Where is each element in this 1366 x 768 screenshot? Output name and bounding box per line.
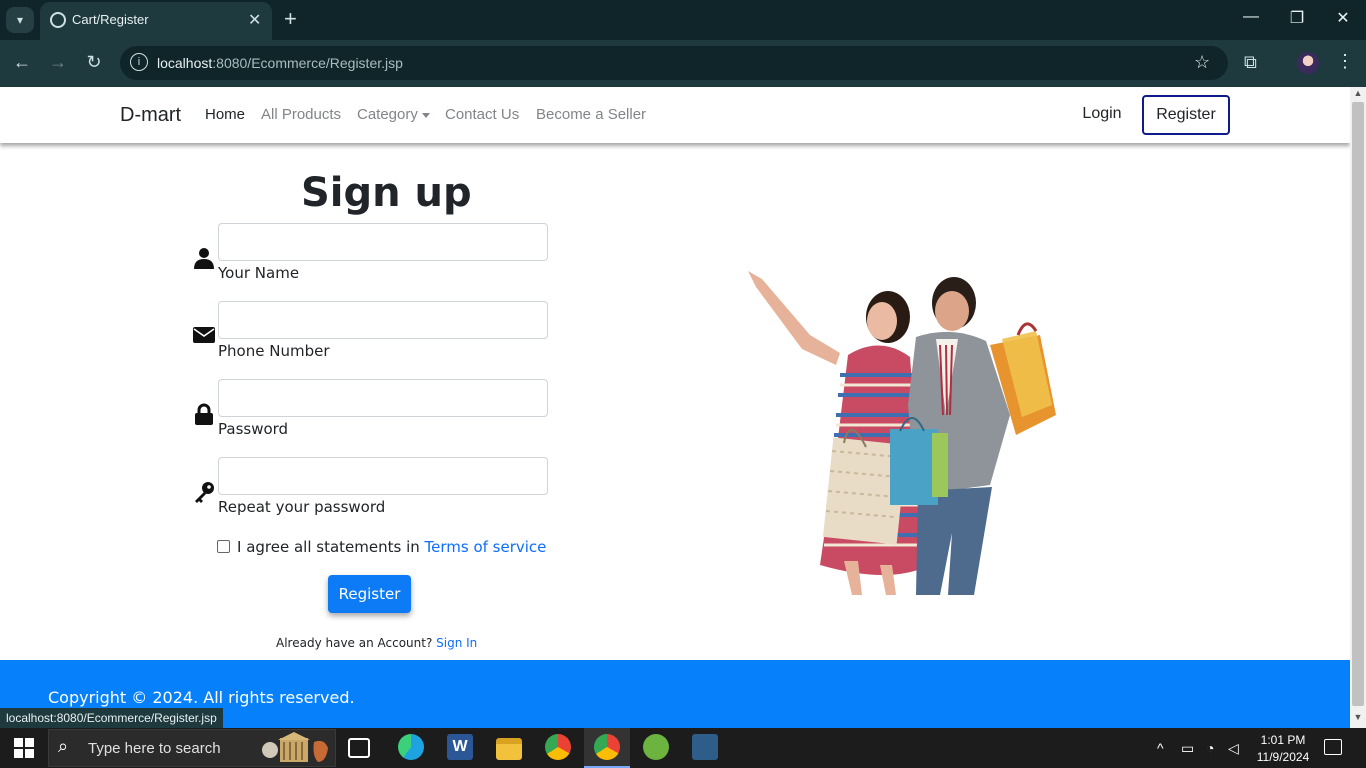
mysql-workbench-icon[interactable] [692,734,718,760]
taskbar-search-placeholder: Type here to search [88,740,221,757]
nav-all-products[interactable]: All Products [261,106,341,123]
spring-tool-icon[interactable] [643,734,669,760]
login-button[interactable]: Login [1070,96,1134,132]
url-path: :8080/Ecommerce/Register.jsp [212,55,403,71]
browser-menu-icon[interactable]: ⋮ [1336,51,1354,72]
already-text: Already have an Account? [276,636,437,650]
already-account-text: Already have an Account? Sign In [276,636,477,650]
word-icon[interactable]: W [447,734,473,760]
search-icon: ⌕ [58,736,69,756]
site-info-icon[interactable]: i [130,53,148,71]
repeat-password-label: Repeat your password [218,498,386,516]
scrollbar-thumb[interactable] [1352,102,1364,706]
nav-become-seller[interactable]: Become a Seller [536,106,646,123]
sign-in-link[interactable]: Sign In [436,636,477,650]
phone-label: Phone Number [218,342,330,360]
tray-overflow-icon[interactable]: ^ [1157,740,1164,756]
terms-of-service-link[interactable]: Terms of service [425,538,547,556]
clock-time: 1:01 PM [1260,733,1306,747]
wifi-icon[interactable]: ◔ [1206,740,1214,756]
terms-agreement: I agree all statements in Terms of servi… [237,538,546,556]
clock-date: 11/9/2024 [1256,750,1310,764]
caret-down-icon [421,112,430,118]
task-view-icon[interactable] [348,738,370,758]
password-label: Password [218,420,289,438]
tab-title: Cart/Register [72,12,149,27]
window-close-icon[interactable]: ✕ [1331,8,1355,28]
volume-icon[interactable]: ◁ [1228,740,1239,757]
envelope-icon [193,327,215,343]
user-icon [194,248,214,269]
nav-home[interactable]: Home [205,106,245,123]
agree-text: I agree all statements in [237,538,425,556]
windows-start-icon[interactable] [14,738,34,758]
copyright-text: Copyright © 2024. All rights reserved. [48,688,355,707]
register-nav-button[interactable]: Register [1142,95,1230,135]
file-explorer-icon[interactable] [496,738,522,760]
name-input[interactable] [218,223,548,261]
new-tab-icon[interactable]: + [284,7,297,31]
tab-favicon-icon [50,12,66,28]
reload-icon[interactable]: ↻ [82,52,106,73]
nav-category-label: Category [357,106,418,123]
nav-category-dropdown[interactable]: Category [357,106,430,123]
taskbar-clock[interactable]: 1:01 PM 11/9/2024 [1250,732,1316,766]
tab-close-icon[interactable]: ✕ [248,10,261,30]
extensions-icon[interactable]: ⧉ [1244,52,1257,73]
battery-icon[interactable]: ▭ [1181,740,1194,757]
status-bar-url: localhost:8080/Ecommerce/Register.jsp [0,708,223,728]
notification-icon[interactable] [1324,739,1342,755]
name-label: Your Name [218,264,300,282]
search-highlight-art-icon [262,732,328,762]
page-title: Sign up [301,170,472,216]
bookmark-star-icon[interactable]: ☆ [1194,52,1210,73]
phone-input[interactable] [218,301,548,339]
profile-avatar[interactable] [1297,52,1319,74]
nav-contact-us[interactable]: Contact Us [445,106,519,123]
url-text[interactable]: localhost:8080/Ecommerce/Register.jsp [157,55,403,71]
repeat-password-input[interactable] [218,457,548,495]
password-input[interactable] [218,379,548,417]
minimize-icon[interactable]: — [1239,8,1263,26]
register-submit-button[interactable]: Register [328,575,411,613]
terms-checkbox[interactable] [217,540,230,553]
key-icon [195,482,214,503]
edge-icon[interactable] [398,734,424,760]
restore-icon[interactable]: ❐ [1285,8,1309,28]
scroll-up-arrow-icon[interactable]: ▲ [1350,88,1366,102]
brand-logo[interactable]: D-mart [120,104,181,127]
chrome-profile-icon[interactable] [594,734,620,760]
forward-icon[interactable]: → [46,52,70,73]
back-icon[interactable]: ← [10,52,34,73]
shopping-couple-image [748,271,1056,595]
lock-icon [195,403,213,425]
tab-search-dropdown-icon[interactable]: ▾ [6,7,34,33]
url-host: localhost [157,55,213,71]
chrome-icon[interactable] [545,734,571,760]
scroll-down-arrow-icon[interactable]: ▼ [1350,712,1366,726]
